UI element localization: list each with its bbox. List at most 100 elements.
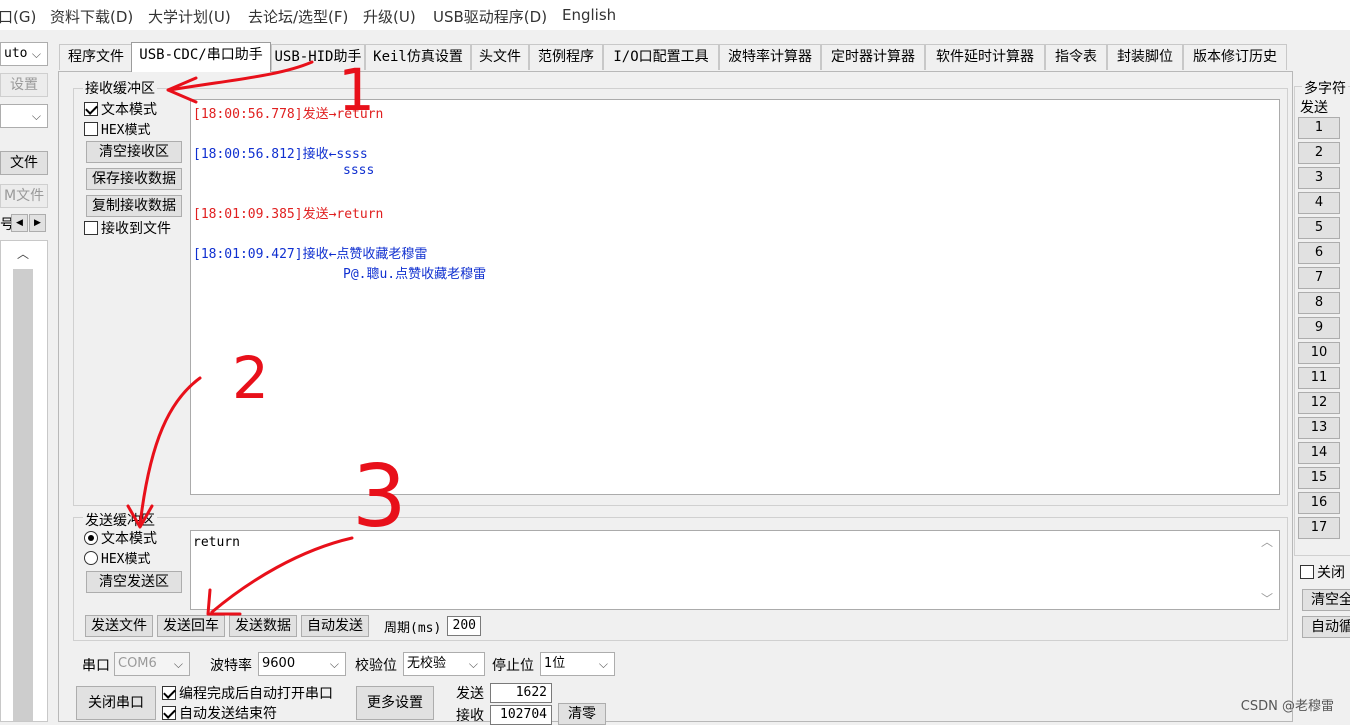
multi-send-button[interactable]: 8 xyxy=(1298,292,1340,314)
left-list[interactable]: ︿ xyxy=(0,240,48,722)
multi-string-title: 多字符 xyxy=(1302,78,1348,98)
clear-all-button[interactable]: 清空全 xyxy=(1302,589,1350,611)
receive-title: 接收缓冲区 xyxy=(83,78,157,98)
multi-send-button[interactable]: 5 xyxy=(1298,217,1340,239)
left-combo[interactable]: ⌵ xyxy=(0,104,48,128)
chevron-down-icon: ⌵ xyxy=(598,657,608,671)
tab-delay-calc[interactable]: 软件延时计算器 xyxy=(925,44,1045,70)
multi-send-button[interactable]: 14 xyxy=(1298,442,1340,464)
sent-count: 1622 xyxy=(490,683,552,703)
send-file-button[interactable]: 发送文件 xyxy=(85,615,153,637)
port-select[interactable]: COM6 ⌵ xyxy=(114,652,190,676)
multi-send-button[interactable]: 12 xyxy=(1298,392,1340,414)
log-line: [18:01:09.385]发送→return xyxy=(193,207,384,222)
menu-item-usb-driver[interactable]: USB驱动程序(D) xyxy=(433,6,547,27)
file-button[interactable]: 文件 xyxy=(0,151,48,175)
tab-usb-hid[interactable]: USB-HID助手 xyxy=(271,44,365,70)
auto-open-checkbox[interactable]: 编程完成后自动打开串口 xyxy=(162,685,333,703)
multi-send-button[interactable]: 4 xyxy=(1298,192,1340,214)
tab-instructions[interactable]: 指令表 xyxy=(1045,44,1107,70)
multi-send-button[interactable]: 13 xyxy=(1298,417,1340,439)
multi-send-button[interactable]: 7 xyxy=(1298,267,1340,289)
multi-send-label: 发送 xyxy=(1300,100,1328,116)
tab-revision-history[interactable]: 版本修订历史 xyxy=(1183,44,1287,70)
multi-send-button[interactable]: 2 xyxy=(1298,142,1340,164)
tab-examples[interactable]: 范例程序 xyxy=(529,44,603,70)
send-text-area[interactable]: return ︿ ﹀ xyxy=(190,530,1280,610)
baud-select[interactable]: 9600 ⌵ xyxy=(258,652,346,676)
menu-item-upgrade[interactable]: 升级(U) xyxy=(363,6,416,27)
chevron-down-icon: ⌵ xyxy=(468,657,478,671)
tab-header-file[interactable]: 头文件 xyxy=(471,44,529,70)
tab-timer-calc[interactable]: 定时器计算器 xyxy=(821,44,925,70)
menu-item-port[interactable]: 口(G) xyxy=(0,6,36,27)
close-port-button[interactable]: 关闭串口 xyxy=(76,686,156,720)
multi-send-button[interactable]: 9 xyxy=(1298,317,1340,339)
menu-bar: 口(G) 资料下载(D) 大学计划(U) 去论坛/选型(F) 升级(U) USB… xyxy=(0,0,1350,30)
log-line: ssss xyxy=(343,163,375,178)
menu-item-forum[interactable]: 去论坛/选型(F) xyxy=(248,6,348,27)
menu-item-downloads[interactable]: 资料下载(D) xyxy=(50,6,133,27)
receive-text-mode-checkbox[interactable]: 文本模式 xyxy=(84,101,157,119)
send-enter-button[interactable]: 发送回车 xyxy=(157,615,225,637)
tab-baud-calc[interactable]: 波特率计算器 xyxy=(719,44,821,70)
stop-bits-label: 停止位 xyxy=(492,658,534,674)
tab-program-file[interactable]: 程序文件 xyxy=(59,44,133,70)
multi-send-button[interactable]: 15 xyxy=(1298,467,1340,489)
clear-receive-button[interactable]: 清空接收区 xyxy=(86,141,182,163)
chevron-up-icon[interactable]: ︿ xyxy=(13,245,33,265)
period-input[interactable]: 200 xyxy=(447,616,481,636)
log-line: [18:01:09.427]接收←点赞收藏老穆雷 xyxy=(193,247,428,262)
multi-send-button[interactable]: 11 xyxy=(1298,367,1340,389)
tab-usb-cdc[interactable]: USB-CDC/串口助手 xyxy=(131,42,271,72)
auto-send-button[interactable]: 自动发送 xyxy=(301,615,369,637)
parity-select[interactable]: 无校验 ⌵ xyxy=(403,652,485,676)
tab-io-config[interactable]: I/O口配置工具 xyxy=(603,44,719,70)
stop-bits-select[interactable]: 1位 ⌵ xyxy=(540,652,615,676)
save-receive-button[interactable]: 保存接收数据 xyxy=(86,168,182,190)
send-hex-mode-radio[interactable]: HEX模式 xyxy=(84,550,150,569)
scrollbar-thumb[interactable] xyxy=(13,269,33,721)
period-label: 周期(ms) xyxy=(384,621,442,636)
multi-send-button[interactable]: 16 xyxy=(1298,492,1340,514)
menu-item-university[interactable]: 大学计划(U) xyxy=(148,6,231,27)
chevron-down-icon[interactable]: ﹀ xyxy=(1261,590,1273,607)
sent-label: 发送 xyxy=(456,686,484,702)
copy-receive-button[interactable]: 复制接收数据 xyxy=(86,195,182,217)
received-label: 接收 xyxy=(456,708,484,724)
multi-send-button[interactable]: 10 xyxy=(1298,342,1340,364)
send-text-mode-radio[interactable]: 文本模式 xyxy=(84,530,157,548)
settings-button[interactable]: 设置 xyxy=(0,73,48,97)
scroll-right-icon[interactable]: ▶ xyxy=(29,214,46,232)
chevron-down-icon: ⌵ xyxy=(31,47,41,61)
file-button-2[interactable]: M文件 xyxy=(0,184,48,208)
multi-send-button[interactable]: 6 xyxy=(1298,242,1340,264)
auto-cycle-button[interactable]: 自动循 xyxy=(1302,616,1350,638)
multi-send-button[interactable]: 1 xyxy=(1298,117,1340,139)
tab-keil[interactable]: Keil仿真设置 xyxy=(365,44,471,70)
watermark: CSDN @老穆雷 xyxy=(1240,699,1334,714)
received-count: 102704 xyxy=(490,705,552,725)
multi-send-button[interactable]: 17 xyxy=(1298,517,1340,539)
scroll-left-icon[interactable]: ◀ xyxy=(11,214,28,232)
log-line: [18:00:56.778]发送→return xyxy=(193,107,384,122)
clear-send-button[interactable]: 清空发送区 xyxy=(86,571,182,593)
parity-label: 校验位 xyxy=(355,658,397,674)
more-settings-button[interactable]: 更多设置 xyxy=(356,686,434,720)
tab-package-pins[interactable]: 封装脚位 xyxy=(1107,44,1183,70)
menu-item-english[interactable]: English xyxy=(562,6,616,24)
auto-combo[interactable]: uto ⌵ xyxy=(0,42,48,66)
receive-hex-mode-checkbox[interactable]: HEX模式 xyxy=(84,121,150,140)
multi-send-button[interactable]: 3 xyxy=(1298,167,1340,189)
chevron-down-icon: ⌵ xyxy=(173,657,183,671)
receive-text-area[interactable]: [18:00:56.778]发送→return [18:00:56.812]接收… xyxy=(190,99,1280,495)
baud-label: 波特率 xyxy=(210,658,252,674)
chevron-up-icon[interactable]: ︿ xyxy=(1261,533,1273,550)
chevron-down-icon: ⌵ xyxy=(329,657,339,671)
send-content: return xyxy=(193,535,240,550)
multi-close-checkbox[interactable]: 关闭 xyxy=(1300,564,1345,582)
chevron-down-icon: ⌵ xyxy=(31,109,41,123)
receive-to-file-checkbox[interactable]: 接收到文件 xyxy=(84,220,171,238)
send-data-button[interactable]: 发送数据 xyxy=(229,615,297,637)
auto-end-checkbox[interactable]: 自动发送结束符 xyxy=(162,705,277,723)
